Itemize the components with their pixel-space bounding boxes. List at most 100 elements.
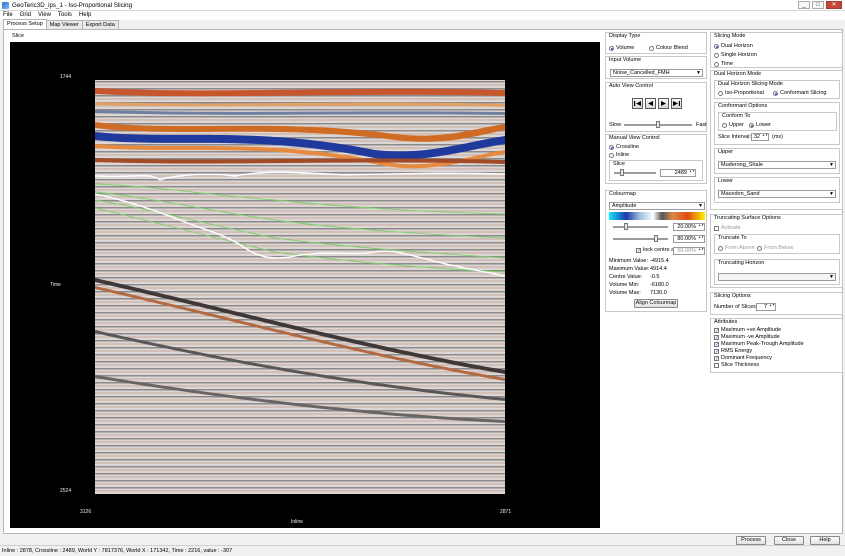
next-slice-button[interactable] <box>658 98 669 109</box>
dual-horizon-slicing-mode-group: Dual Horizon Slicing Mode Iso-Proportion… <box>714 80 840 99</box>
volume-max-label: Volume Max: <box>609 290 641 296</box>
attr-max-peak-trough-checkbox[interactable]: ✓ Maximum Peak-Trough Amplitude <box>714 341 804 347</box>
volume-min-label: Volume Min: <box>609 282 640 288</box>
slicing-options-group: Slicing Options Number of Slices: 7 <box>710 292 843 315</box>
maximum-value: 4914.4 <box>650 266 667 272</box>
y-axis-title: Time <box>50 282 61 288</box>
checkbox-icon <box>714 362 719 368</box>
truncate-to-group: Truncate To From Above From Below <box>714 234 840 254</box>
help-button[interactable]: Help <box>810 536 840 545</box>
radio-dot-icon <box>718 245 723 251</box>
slice-interval-label: Slice Interval: <box>718 134 752 140</box>
y-axis-top-tick: 1744 <box>60 74 72 80</box>
conform-to-group: Conform To Upper Lower <box>718 112 837 131</box>
display-type-volume-radio[interactable]: Volume <box>609 45 634 51</box>
close-button[interactable]: Close <box>774 536 804 545</box>
x-axis-title: Inline <box>291 519 303 525</box>
radio-dot-icon <box>649 45 654 51</box>
radio-dot-icon <box>718 90 723 96</box>
manual-view-control-group: Manual View Control Crossline Inline Sli… <box>605 134 707 184</box>
chevron-down-icon: ▼ <box>829 162 834 168</box>
lower-horizon-select[interactable]: Macedon_Sand ▼ <box>718 190 836 198</box>
align-colourmap-button[interactable]: Align Colourmap <box>634 299 678 308</box>
attr-dominant-frequency-checkbox[interactable]: ✓ Dominant Frequency <box>714 355 772 361</box>
tab-process-setup[interactable]: Process Setup <box>3 19 47 29</box>
speed-slider-thumb[interactable] <box>656 121 660 128</box>
inline-radio[interactable]: Inline <box>609 152 629 158</box>
high-clip-spinbox[interactable]: 80.00% <box>673 235 705 243</box>
slice-interval-unit: (ms) <box>772 134 783 140</box>
manual-view-title: Manual View Control <box>609 135 660 141</box>
conformant-options-group: Conformant Options Conform To Upper Lowe… <box>714 102 840 145</box>
low-clip-slider-thumb[interactable] <box>624 223 628 230</box>
chevron-down-icon: ▼ <box>829 274 834 280</box>
seismic-section[interactable] <box>95 80 505 494</box>
radio-dot-icon <box>714 43 719 49</box>
slice-slider-thumb[interactable] <box>620 169 624 176</box>
dual-horizon-radio[interactable]: Dual Horizon <box>714 43 753 49</box>
chevron-down-icon: ▼ <box>696 70 701 76</box>
high-clip-slider-track[interactable] <box>613 238 668 240</box>
slice-spinbox[interactable]: 2489 <box>660 169 696 177</box>
single-horizon-radio[interactable]: Single Horizon <box>714 52 757 58</box>
from-above-radio[interactable]: From Above <box>718 245 755 251</box>
conformant-slicing-radio[interactable]: Conformant Slicing <box>773 90 826 96</box>
play-icon <box>661 101 666 106</box>
auto-view-control-group: Auto View Control Slow Fast <box>605 82 707 132</box>
time-radio[interactable]: Time <box>714 61 733 67</box>
attr-max-positive-amplitude-checkbox[interactable]: ✓ Maximum +ve Amplitude <box>714 327 781 333</box>
auto-view-title: Auto View Control <box>609 83 653 89</box>
dual-horizon-mode-title: Dual Horizon Mode <box>714 71 762 77</box>
lock-centre-spinbox[interactable]: 50.00% <box>673 247 705 255</box>
conform-to-title: Conform To <box>722 113 751 119</box>
slicing-options-title: Slicing Options <box>714 293 751 299</box>
display-type-title: Display Type <box>609 33 641 39</box>
menu-help[interactable]: Help <box>79 11 91 20</box>
radio-dot-icon <box>714 61 719 67</box>
radio-dot-icon <box>609 144 614 150</box>
x-axis-right-tick: 2871 <box>500 509 512 515</box>
attr-rms-energy-checkbox[interactable]: ✓ RMS Energy <box>714 348 752 354</box>
number-of-slices-spinbox[interactable]: 7 <box>756 303 776 311</box>
iso-proportional-radio[interactable]: Iso-Proportional <box>718 90 764 96</box>
truncating-surface-title: Truncating Surface Options <box>714 215 781 221</box>
last-slice-button[interactable] <box>671 98 682 109</box>
attr-max-negative-amplitude-checkbox[interactable]: ✓ Maximum -ve Amplitude <box>714 334 780 340</box>
high-clip-slider-thumb[interactable] <box>654 235 658 242</box>
activate-truncation-checkbox[interactable]: Activate <box>714 225 741 231</box>
previous-slice-button[interactable] <box>645 98 656 109</box>
seismic-viewport[interactable]: 1744 Time 2524 3126 Inline 2871 <box>10 42 600 528</box>
tab-export-data[interactable]: Export Data <box>81 20 119 29</box>
slice-interval-spinbox[interactable]: 32 <box>751 133 769 141</box>
crossline-radio[interactable]: Crossline <box>609 144 639 150</box>
truncating-horizon-title: Truncating Horizon <box>718 260 765 266</box>
close-window-button[interactable]: ✕ <box>826 1 842 9</box>
input-volume-select[interactable]: Noise_Cancelled_FMH ▼ <box>610 69 703 77</box>
display-type-colour-blend-radio[interactable]: Colour Blend <box>649 45 688 51</box>
slice-view-label: Slice <box>12 33 24 39</box>
colourmap-gradient-bar <box>609 212 705 220</box>
colourmap-select[interactable]: Amplitude ▼ <box>609 202 705 210</box>
maximize-button[interactable]: □ <box>812 1 824 9</box>
checkmark-icon: ✓ <box>714 355 720 362</box>
upper-horizon-select[interactable]: Muderong_Shale ▼ <box>718 161 836 169</box>
minimize-button[interactable]: _ <box>798 1 810 9</box>
from-below-radio[interactable]: From Below <box>757 245 793 251</box>
centre-value: -0.5 <box>650 274 660 280</box>
first-slice-button[interactable] <box>632 98 643 109</box>
checkmark-icon: ✓ <box>714 327 720 334</box>
low-clip-spinbox[interactable]: 20.00% <box>673 223 705 231</box>
truncating-horizon-select[interactable]: ▼ <box>718 273 836 281</box>
tab-map-viewer[interactable]: Map Viewer <box>45 20 83 29</box>
radio-dot-icon <box>609 45 614 51</box>
attributes-title: Attributes <box>714 319 738 325</box>
lock-centre-checkbox[interactable]: ✓ lock centre at <box>636 247 676 253</box>
conform-upper-radio[interactable]: Upper <box>722 122 744 128</box>
menu-tools[interactable]: Tools <box>58 11 72 20</box>
conformant-options-title: Conformant Options <box>718 103 768 109</box>
attr-slice-thickness-checkbox[interactable]: Slice Thickness <box>714 362 759 368</box>
process-button[interactable]: Process <box>736 536 766 545</box>
low-clip-slider-track[interactable] <box>613 226 668 228</box>
dual-horizon-slicing-mode-title: Dual Horizon Slicing Mode <box>718 81 783 87</box>
conform-lower-radio[interactable]: Lower <box>749 122 771 128</box>
